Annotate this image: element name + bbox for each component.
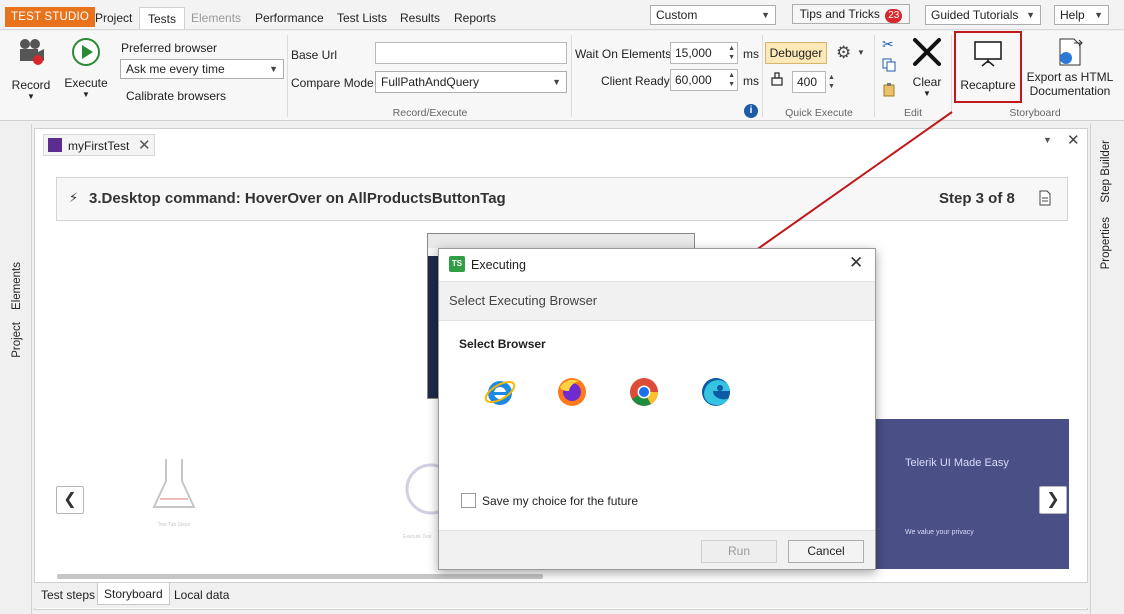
firefox-icon[interactable] — [555, 375, 589, 409]
save-choice-label: Save my choice for the future — [482, 494, 639, 508]
run-button[interactable]: Run — [701, 540, 777, 563]
test-studio-logo-icon: TS — [449, 256, 465, 272]
close-icon[interactable]: ✕ — [849, 253, 863, 273]
select-browser-label: Select Browser — [459, 337, 546, 351]
executing-dialog: TS Executing ✕ Select Executing Browser … — [438, 248, 876, 570]
dialog-subtitle-bar: Select Executing Browser — [439, 281, 875, 321]
cancel-button[interactable]: Cancel — [788, 540, 864, 563]
chrome-icon[interactable] — [627, 375, 661, 409]
internet-explorer-icon[interactable] — [483, 375, 517, 409]
dialog-title: Executing — [471, 258, 526, 272]
dialog-footer: Run Cancel — [439, 530, 875, 569]
save-choice-checkbox[interactable] — [461, 493, 476, 508]
dialog-subtitle: Select Executing Browser — [449, 293, 598, 308]
edge-icon[interactable] — [699, 375, 733, 409]
